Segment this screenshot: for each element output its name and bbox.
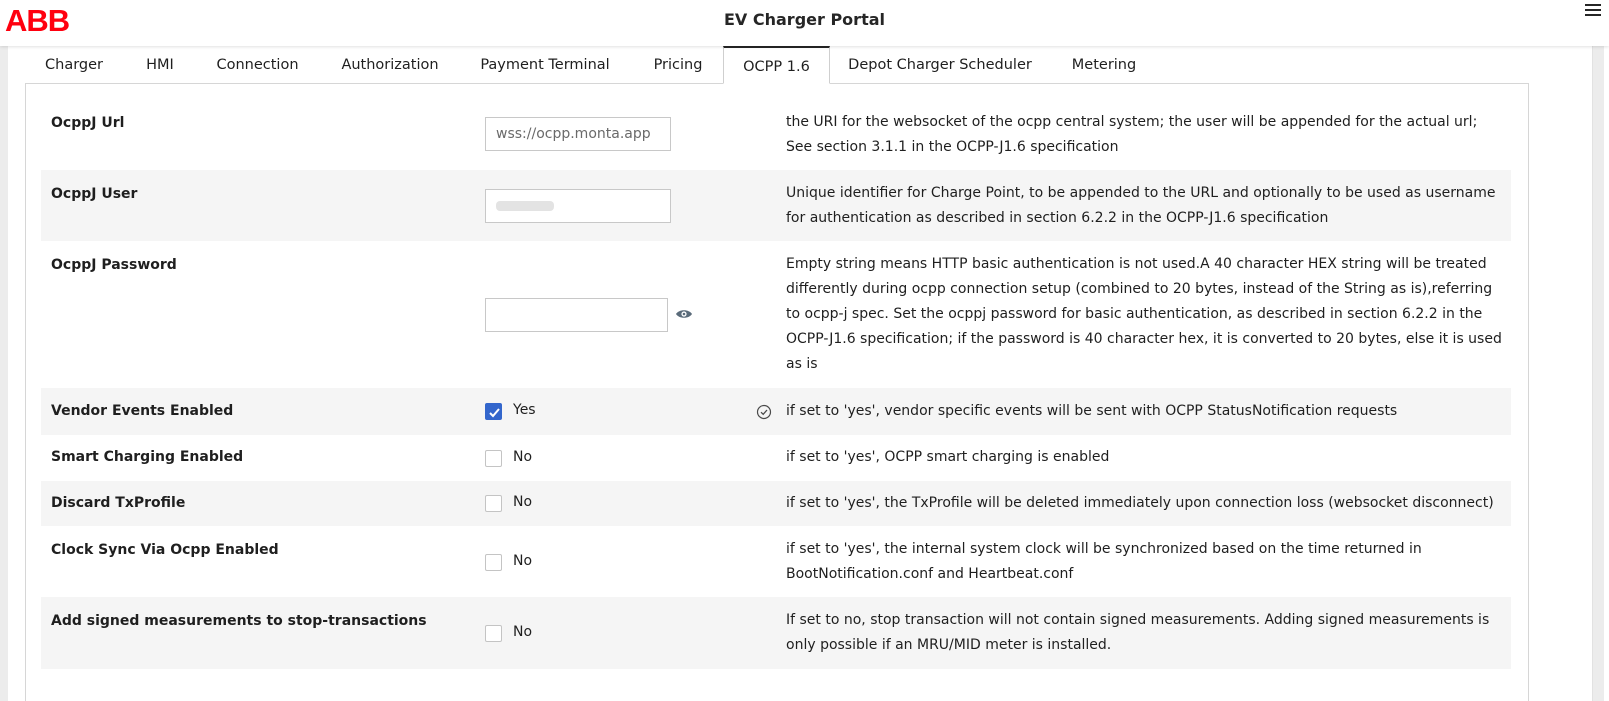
redacted-value: [496, 201, 554, 211]
tab-payment-terminal[interactable]: Payment Terminal: [470, 46, 620, 84]
checkbox-value-label: No: [513, 494, 533, 510]
tab-metering[interactable]: Metering: [1060, 46, 1148, 84]
show-password-eye-icon[interactable]: [675, 308, 693, 320]
tab-pricing[interactable]: Pricing: [638, 46, 718, 84]
setting-label: OcppJ User: [51, 186, 138, 202]
checkmark-icon: [489, 408, 500, 418]
clock-sync-checkbox[interactable]: [485, 554, 502, 571]
hamburger-menu-icon[interactable]: [1585, 4, 1601, 20]
tab-depot-charger-scheduler[interactable]: Depot Charger Scheduler: [840, 46, 1040, 84]
setting-row-ocppj-url: OcppJ Url the URI for the websocket of t…: [41, 100, 1511, 170]
signed-measurements-checkbox[interactable]: [485, 625, 502, 642]
setting-description: if set to 'yes', the internal system clo…: [786, 541, 1422, 582]
setting-description: if set to 'yes', OCPP smart charging is …: [786, 449, 1110, 465]
tab-charger[interactable]: Charger: [25, 46, 123, 84]
setting-label: OcppJ Url: [51, 115, 125, 131]
setting-description: Empty string means HTTP basic authentica…: [786, 256, 1502, 372]
checkbox-value-label: No: [513, 553, 533, 569]
smart-charging-checkbox[interactable]: [485, 450, 502, 467]
setting-description: If set to no, stop transaction will not …: [786, 612, 1490, 653]
setting-label: OcppJ Password: [51, 257, 177, 273]
ocppj-password-input[interactable]: [485, 298, 668, 332]
setting-row-vendor-events: Vendor Events Enabled Yes if set to 'yes…: [41, 388, 1511, 435]
tab-authorization[interactable]: Authorization: [330, 46, 450, 84]
setting-label: Add signed measurements to stop-transact…: [51, 613, 427, 629]
setting-row-clock-sync: Clock Sync Via Ocpp Enabled No if set to…: [41, 526, 1511, 597]
setting-row-ocppj-user: OcppJ User Unique identifier for Charge …: [41, 170, 1511, 241]
app-header: ABB EV Charger Portal: [0, 0, 1609, 46]
setting-label: Discard TxProfile: [51, 495, 186, 511]
tab-connection[interactable]: Connection: [205, 46, 310, 84]
setting-description: Unique identifier for Charge Point, to b…: [786, 185, 1496, 226]
discard-txprofile-checkbox[interactable]: [485, 495, 502, 512]
vendor-events-checkbox[interactable]: [485, 403, 502, 420]
ocppj-url-input[interactable]: [485, 117, 671, 151]
page-margin-left: [0, 46, 8, 701]
setting-label: Smart Charging Enabled: [51, 449, 244, 465]
setting-row-signed-measurements: Add signed measurements to stop-transact…: [41, 597, 1511, 669]
checkbox-value-label: Yes: [513, 402, 536, 418]
setting-label: Vendor Events Enabled: [51, 403, 234, 419]
setting-row-discard-txprofile: Discard TxProfile No if set to 'yes', th…: [41, 481, 1511, 526]
setting-label: Clock Sync Via Ocpp Enabled: [51, 542, 279, 558]
setting-row-smart-charging: Smart Charging Enabled No if set to 'yes…: [41, 435, 1511, 481]
setting-row-ocppj-password: OcppJ Password Empty string means HTTP b…: [41, 241, 1511, 388]
tab-ocpp-1-6[interactable]: OCPP 1.6: [723, 46, 830, 84]
tab-hmi[interactable]: HMI: [135, 46, 185, 84]
checkbox-value-label: No: [513, 624, 533, 640]
setting-description: if set to 'yes', the TxProfile will be d…: [786, 495, 1494, 511]
check-circle-icon: [756, 404, 772, 420]
setting-description: the URI for the websocket of the ocpp ce…: [786, 114, 1478, 155]
settings-tabs: Charger HMI Connection Authorization Pay…: [25, 46, 1570, 84]
setting-description: if set to 'yes', vendor specific events …: [786, 403, 1398, 419]
app-title: EV Charger Portal: [723, 10, 885, 29]
scrollbar[interactable]: [1592, 46, 1604, 701]
checkbox-value-label: No: [513, 449, 533, 465]
